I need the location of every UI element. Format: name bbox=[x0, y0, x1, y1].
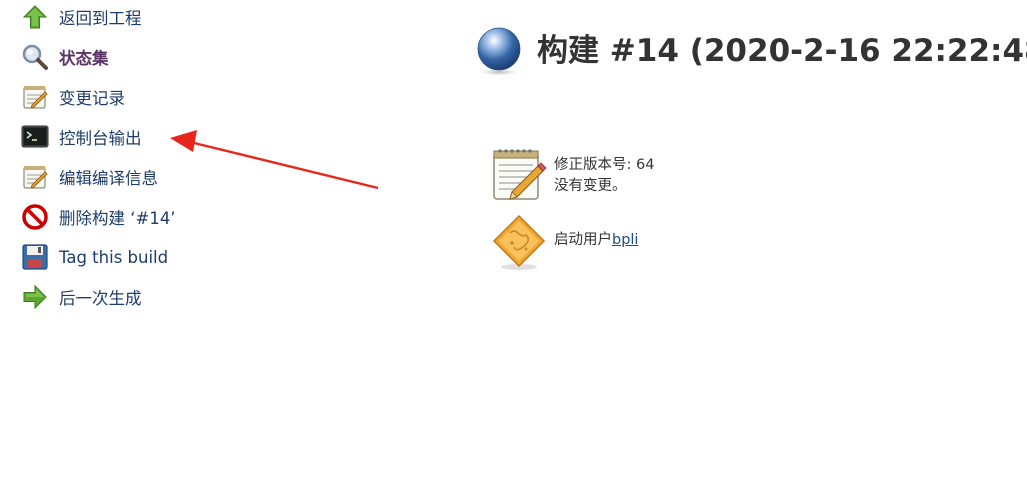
task-label: 删除构建 ‘#14’ bbox=[59, 209, 176, 228]
task-label: 编辑编译信息 bbox=[59, 169, 158, 188]
task-label: 变更记录 bbox=[59, 89, 125, 108]
revision-label: 修正版本号: 64 bbox=[554, 157, 655, 173]
changes-text: 修正版本号: 64 没有变更。 bbox=[554, 147, 654, 197]
user-link[interactable]: bpli bbox=[612, 232, 638, 248]
started-by: 启动用户bpli bbox=[490, 213, 638, 271]
task-tag-build[interactable]: Tag this build bbox=[20, 241, 168, 273]
started-by-text: 启动用户bpli bbox=[554, 213, 638, 251]
right-arrow-icon bbox=[20, 282, 50, 312]
notepad-icon bbox=[20, 82, 50, 112]
changes-summary: 修正版本号: 64 没有变更。 bbox=[490, 147, 654, 205]
task-console-output[interactable]: 控制台输出 bbox=[20, 121, 142, 153]
started-by-prefix: 启动用户 bbox=[554, 232, 612, 248]
task-changes[interactable]: 变更记录 bbox=[20, 81, 125, 113]
task-label: 状态集 bbox=[59, 49, 109, 68]
user-diamond-icon bbox=[490, 213, 548, 271]
terminal-icon bbox=[20, 122, 50, 152]
up-arrow-icon bbox=[20, 2, 50, 32]
no-changes-label: 没有变更。 bbox=[554, 178, 627, 194]
task-status[interactable]: 状态集 bbox=[20, 41, 109, 73]
search-icon bbox=[20, 42, 50, 72]
task-label: Tag this build bbox=[59, 247, 169, 267]
page-title: 构建 #14 (2020-2-16 22:22:48) bbox=[537, 33, 1027, 69]
task-label: 后一次生成 bbox=[59, 289, 142, 308]
task-edit-build-info[interactable]: 编辑编译信息 bbox=[20, 161, 158, 193]
task-label: 返回到工程 bbox=[59, 9, 142, 28]
save-disk-icon bbox=[20, 242, 50, 272]
blue-ball-icon bbox=[477, 27, 521, 76]
task-next-build[interactable]: 后一次生成 bbox=[20, 281, 142, 313]
task-label: 控制台输出 bbox=[59, 129, 142, 148]
task-back-to-project[interactable]: 返回到工程 bbox=[20, 1, 142, 33]
task-delete-build[interactable]: 删除构建 ‘#14’ bbox=[20, 201, 176, 233]
notepad-icon bbox=[20, 162, 50, 192]
notepad-icon bbox=[490, 147, 548, 205]
no-entry-icon bbox=[20, 202, 50, 232]
build-page: 返回到工程 状态集 变更记录 控制台输出 编辑编译信息 删除构建 ‘#14’ T… bbox=[0, 0, 1027, 489]
